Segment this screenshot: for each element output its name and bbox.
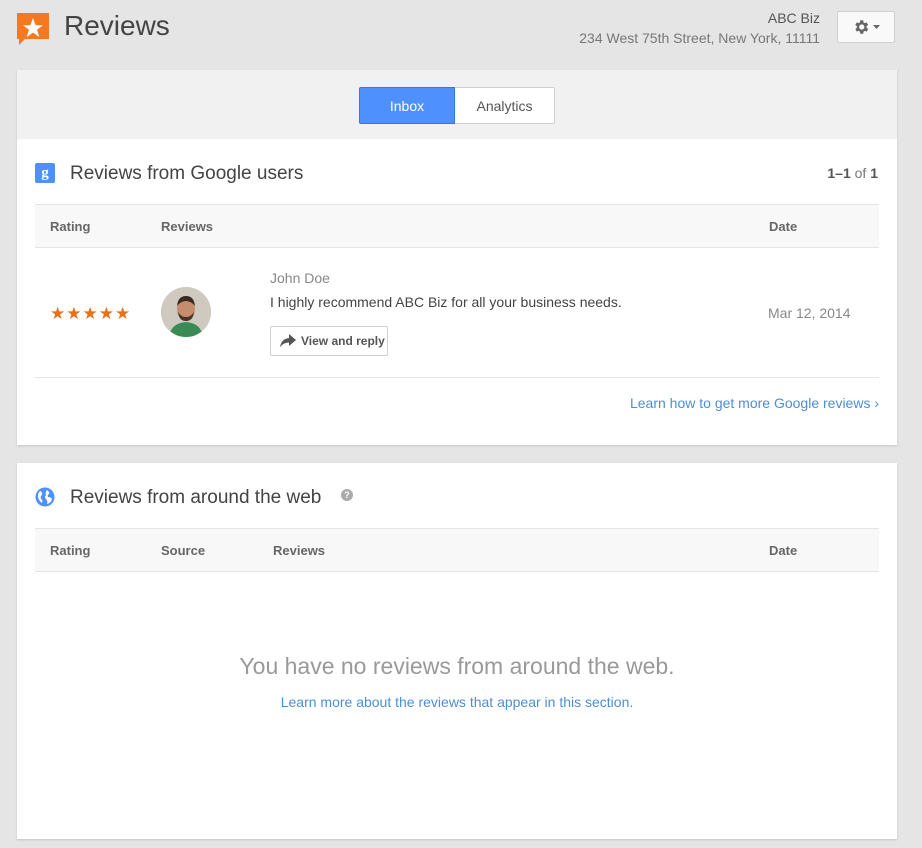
reviews-logo-icon — [17, 13, 49, 45]
column-rating: Rating — [50, 219, 91, 234]
review-text: I highly recommend ABC Biz for all your … — [270, 294, 622, 310]
column-reviews: Reviews — [161, 219, 214, 234]
tab-inbox[interactable]: Inbox — [359, 87, 455, 124]
web-section-header: Reviews from around the web ? — [17, 463, 897, 529]
section-title: Reviews from Google users — [70, 163, 304, 184]
pager: 1–1 of 1 — [827, 165, 878, 181]
tab-analytics[interactable]: Analytics — [455, 87, 555, 124]
learn-more-web-reviews-link: Learn more about the reviews that appear… — [17, 694, 897, 710]
table-header: Rating Reviews Date — [35, 204, 879, 248]
star-rating: ★★★★★ — [50, 304, 132, 323]
review-date: Mar 12, 2014 — [768, 305, 851, 321]
google-plus-icon: g — [35, 163, 55, 183]
reply-arrow-icon — [280, 334, 296, 348]
business-name: ABC Biz — [767, 10, 820, 26]
help-icon[interactable]: ? — [341, 489, 353, 501]
business-info: ABC Biz 234 West 75th Street, New York, … — [579, 10, 820, 47]
globe-icon — [35, 487, 55, 507]
table-header: Rating Source Reviews Date — [35, 528, 879, 572]
page-title: Reviews — [64, 10, 170, 41]
pager-start: 1 — [827, 165, 836, 181]
chevron-down-icon — [873, 24, 880, 29]
table-row: ★★★★★ John Doe I highly recommend ABC Bi… — [35, 248, 879, 378]
column-source: Source — [161, 543, 206, 558]
avatar — [161, 287, 211, 337]
pager-end: 1 — [842, 165, 851, 181]
pager-of: of — [854, 165, 867, 181]
reviewer-name: John Doe — [270, 270, 330, 286]
empty-state-message: You have no reviews from around the web. — [239, 653, 675, 679]
business-address: 234 West 75th Street, New York, 11111 — [579, 30, 820, 46]
column-rating: Rating — [50, 543, 91, 558]
tab-bar: Inbox Analytics — [17, 70, 897, 139]
learn-more-google-reviews-link[interactable]: Learn how to get more Google reviews › — [630, 395, 879, 411]
gear-icon — [855, 20, 869, 34]
pager-total: 1 — [870, 165, 878, 181]
column-date: Date — [769, 543, 798, 558]
google-section-header: g Reviews from Google users 1–1 of 1 — [17, 139, 897, 205]
reply-label: View and reply — [301, 334, 385, 348]
column-date: Date — [769, 219, 798, 234]
column-reviews: Reviews — [273, 543, 326, 558]
page-header: Reviews ABC Biz 234 West 75th Street, Ne… — [0, 0, 922, 60]
settings-button[interactable] — [837, 11, 895, 43]
tab-group: Inbox Analytics — [359, 87, 555, 124]
learn-more-link-text[interactable]: Learn more about the reviews that appear… — [281, 694, 634, 710]
google-reviews-card: Inbox Analytics g Reviews from Google us… — [17, 70, 897, 445]
view-and-reply-button[interactable]: View and reply — [270, 326, 388, 356]
web-reviews-card: Reviews from around the web ? Rating Sou… — [17, 463, 897, 839]
section-title: Reviews from around the web — [70, 487, 322, 508]
